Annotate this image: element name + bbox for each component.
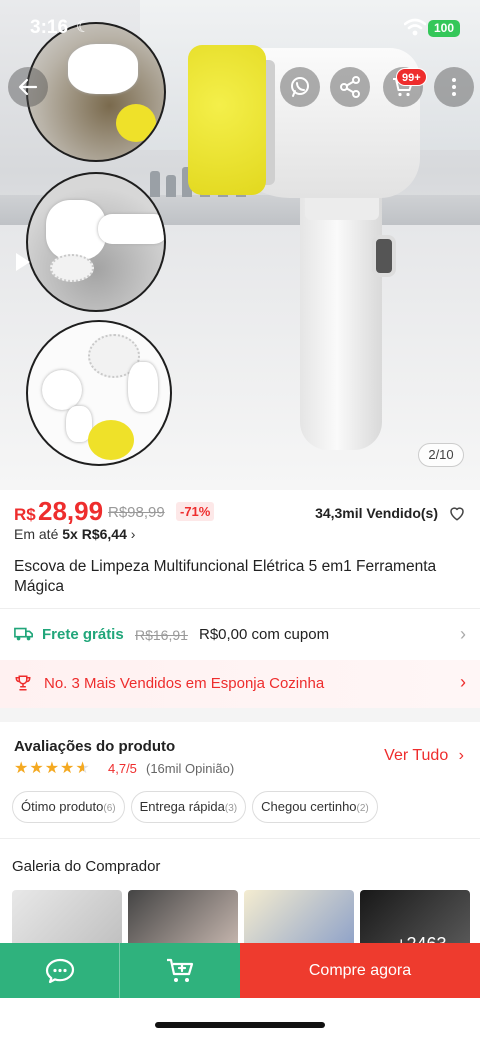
installment-prefix: Em até — [14, 526, 59, 542]
wifi-icon — [404, 18, 426, 36]
shipping-row[interactable]: Frete grátis R$16,91 R$0,00 com cupom › — [0, 612, 480, 658]
rating-value: 4,7/5 — [108, 761, 137, 776]
gallery-thumb[interactable] — [12, 890, 122, 950]
buyer-gallery-title: Galeria do Comprador — [12, 858, 161, 875]
gallery-thumb[interactable] — [128, 890, 238, 950]
star-icon: ★ — [60, 760, 75, 777]
product-page: 2/10 3:16 ☾ 100 99+ R$ 28,99 R$98,99 -71… — [0, 0, 480, 1038]
home-indicator — [155, 1022, 325, 1028]
review-tag[interactable]: Chegou certinho(2) — [252, 791, 378, 823]
power-button-image — [372, 235, 396, 277]
truck-icon — [14, 627, 33, 641]
detail-circle-3 — [26, 320, 172, 466]
more-vertical-icon — [452, 78, 456, 96]
shipping-old-price: R$16,91 — [135, 627, 188, 643]
yellow-sponge — [188, 45, 266, 195]
video-play-icon[interactable] — [16, 253, 30, 271]
ranking-banner[interactable]: No. 3 Mais Vendidos em Esponja Cozinha › — [0, 660, 480, 708]
free-shipping-label: Frete grátis — [42, 626, 124, 643]
review-tags: Ótimo produto(6) Entrega rápida(3) Chego… — [12, 791, 378, 823]
shipping-new-price: R$0,00 com cupom — [199, 626, 330, 643]
price-row: R$ 28,99 R$98,99 -71% 34,3mil Vendido(s) — [14, 496, 466, 528]
sold-count: 34,3mil Vendido(s) — [315, 505, 438, 521]
divider — [0, 608, 480, 609]
more-options-button[interactable] — [434, 67, 474, 107]
status-time: 3:16 — [30, 17, 69, 38]
review-count: (16mil Opinião) — [146, 761, 235, 776]
review-tag[interactable]: Ótimo produto(6) — [12, 791, 125, 823]
gallery-thumb[interactable]: +2463 — [360, 890, 470, 950]
chat-button[interactable] — [0, 943, 120, 998]
see-all-label: Ver Tudo — [384, 747, 449, 764]
discount-badge: -71% — [176, 502, 215, 521]
star-half-icon: ★ — [75, 760, 90, 777]
chevron-right-icon: › — [460, 672, 466, 692]
section-gap — [0, 708, 480, 722]
reviews-title: Avaliações do produto — [14, 738, 176, 755]
installment-value: 5x R$6,44 — [62, 526, 127, 542]
chat-icon — [45, 958, 74, 983]
buyer-gallery: +2463 — [12, 890, 470, 950]
ranking-label: No. 3 Mais Vendidos em Esponja Cozinha — [44, 675, 325, 692]
chevron-right-icon: › — [460, 624, 466, 644]
image-counter: 2/10 — [418, 443, 464, 467]
share-button[interactable] — [330, 67, 370, 107]
back-button[interactable] — [8, 67, 48, 107]
star-rating: ★ ★ ★ ★ ★ — [14, 760, 90, 778]
product-title: Escova de Limpeza Multifuncional Elétric… — [14, 558, 437, 595]
star-icon: ★ — [29, 760, 44, 777]
star-icon: ★ — [14, 760, 29, 777]
moon-icon: ☾ — [76, 19, 91, 36]
buy-now-button[interactable]: Compre agora — [240, 943, 480, 998]
chevron-right-icon: › — [458, 747, 464, 764]
arrow-left-icon — [18, 78, 38, 96]
current-price: 28,99 — [38, 496, 104, 526]
cart-count-badge: 99+ — [396, 68, 427, 86]
status-bar: 3:16 ☾ 100 — [0, 0, 480, 54]
battery-icon: 100 — [428, 20, 460, 37]
trophy-icon — [15, 675, 31, 691]
see-all-reviews-link[interactable]: Ver Tudo › — [384, 747, 464, 765]
cart-plus-icon — [167, 958, 194, 982]
original-price: R$98,99 — [108, 504, 165, 521]
detail-circle-2 — [26, 172, 166, 312]
installment-info[interactable]: Em até 5x R$6,44 › — [14, 526, 135, 542]
bottom-action-bar: Compre agora — [0, 943, 480, 998]
currency-symbol: R$ — [14, 505, 36, 524]
review-tag[interactable]: Entrega rápida(3) — [130, 791, 247, 823]
chevron-right-icon: › — [130, 526, 136, 542]
divider — [0, 838, 480, 839]
whatsapp-button[interactable] — [280, 67, 320, 107]
share-icon — [340, 76, 360, 98]
gallery-thumb[interactable] — [244, 890, 354, 950]
whatsapp-icon — [291, 77, 309, 97]
heart-icon[interactable] — [448, 504, 466, 522]
star-icon: ★ — [44, 760, 60, 777]
add-to-cart-button[interactable] — [120, 943, 240, 998]
